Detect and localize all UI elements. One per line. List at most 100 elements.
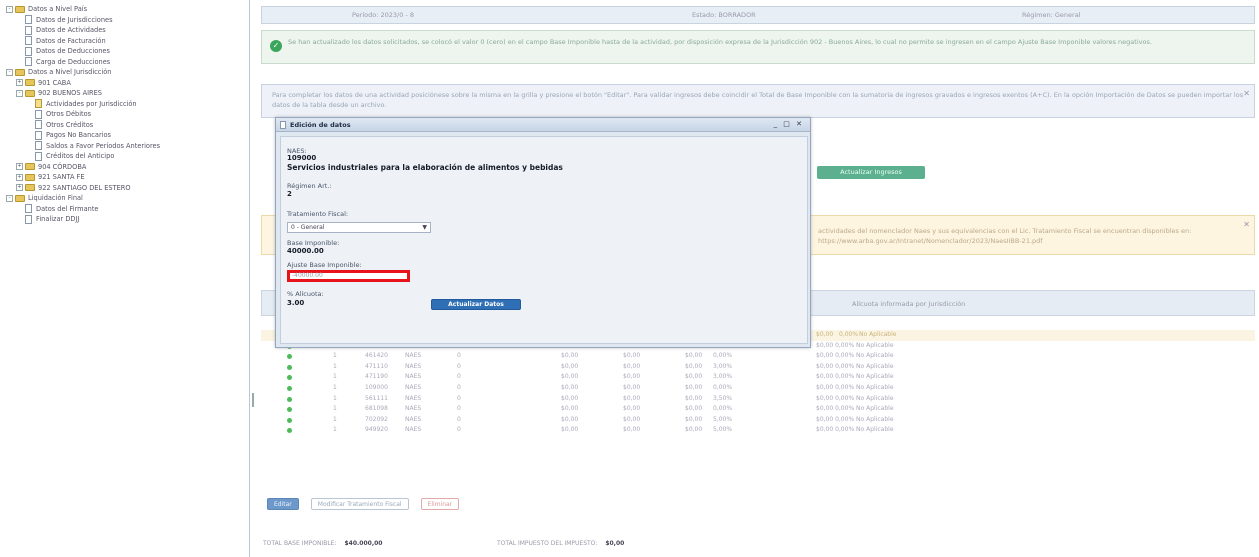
table-cell: $0,00 0,00% No Aplicable [816,373,894,381]
tree-node[interactable]: +921 SANTA FE [6,172,249,183]
edit-button[interactable]: Editar [267,498,299,510]
update-data-button[interactable]: Actualizar Datos [431,299,521,310]
status-dot-icon [287,354,292,360]
modify-fiscal-treatment-button[interactable]: Modificar Tratamiento Fiscal [310,498,409,510]
fiscal-treatment-select[interactable]: 0 - General ▼ [287,222,431,233]
expand-icon[interactable]: + [16,79,23,87]
tree-node-label: Otros Débitos [46,110,92,118]
tree-node[interactable]: Carga de Deducciones [6,57,249,68]
table-row[interactable]: 1 471110 NAES 0 $0,00 $0,00 $0,00 3,00% $0,00 0,… [261,362,1255,373]
collapse-icon[interactable]: - [16,89,23,97]
tree-node[interactable]: Pagos No Bancarios [6,130,249,141]
table-cell: 0 [457,373,461,381]
table-cell: $0,00 [623,394,641,402]
table-cell: 0,00% [713,405,733,413]
table-row[interactable]: 1 702092 NAES 0 $0,00 $0,00 $0,00 5,00% $0,00 0,… [261,415,1255,426]
document-icon [280,121,286,129]
collapse-icon[interactable]: - [6,5,13,13]
table-row[interactable]: 1 471190 NAES 0 $0,00 $0,00 $0,00 3,00% $0,00 0,… [261,372,1255,383]
table-row[interactable]: 1 561111 NAES 0 $0,00 $0,00 $0,00 3,50% $0,00 0,… [261,394,1255,405]
regimen-value: 2 [287,190,292,198]
table-cell: $0,00 [685,373,703,381]
fiscal-treatment-value: 0 - General [291,224,325,231]
estado-text: Estado: BORRADOR [692,11,756,19]
info-message: Para completar los datos de una activida… [261,84,1255,118]
tree-node[interactable]: Datos de Actividades [6,25,249,36]
window-controls[interactable]: _ □ ✕ [774,120,804,128]
tree-node[interactable]: +904 CÓRDOBA [6,162,249,173]
tree-node[interactable]: - Datos a Nivel País [6,4,249,15]
tree-node-label: 901 CABA [38,78,71,87]
tree-node[interactable]: Finalizar DDJJ [6,214,249,225]
table-row[interactable]: 1 949920 NAES 0 $0,00 $0,00 $0,00 5,00% $0,00 0,… [261,425,1255,436]
table-cell: 0,00% [713,352,733,360]
table-row[interactable]: 1 461420 NAES 0 $0,00 $0,00 $0,00 0,00% $0,00 0,… [261,351,1255,362]
tree-node[interactable]: Datos de Jurisdicciones [6,15,249,26]
tree-node[interactable]: Saldos a Favor Períodos Anteriores [6,141,249,152]
ajuste-base-label: Ajuste Base Imponible: [287,261,362,269]
table-cell: NAES [405,362,422,370]
aliquot-header-label: Alícuota informada por Jurisdicción [852,300,966,308]
tree-node[interactable]: +922 SANTIAGO DEL ESTERO [6,183,249,194]
tree-node[interactable]: +901 CABA [6,78,249,89]
tree-node[interactable]: Otros Créditos [6,120,249,131]
tree-node-label: Pagos No Bancarios [46,131,111,139]
success-message: ✓ Se han actualizado los datos solicitad… [261,30,1255,64]
tree-node[interactable]: Datos de Deducciones [6,46,249,57]
expand-icon[interactable]: + [16,173,23,181]
dialog-body: NAES: 109000 Servicios industriales para… [280,136,808,344]
tree-node[interactable]: Otros Débitos [6,109,249,120]
grid-header-cell: No Aplicable [859,331,897,338]
table-cell: 1 [333,383,337,391]
table-cell: 0 [457,415,461,423]
collapse-icon[interactable]: - [6,194,13,202]
splitter[interactable] [250,0,256,557]
update-income-button[interactable]: Actualizar Ingresos [817,166,925,179]
table-cell: 3,00% [713,362,733,370]
tree-node[interactable]: - Liquidación Final [6,193,249,204]
tree-node[interactable]: Datos del Firmante [6,204,249,215]
info-bar: Período: 2023/0 - 8 Estado: BORRADOR Rég… [261,6,1255,24]
document-icon [25,57,32,67]
table-cell: $0,00 [623,383,641,391]
table-cell: NAES [405,405,422,413]
dialog-titlebar[interactable]: Edición de datos _ □ ✕ [276,118,810,132]
table-cell: 0 [457,383,461,391]
folder-icon [15,5,25,13]
navigation-tree: - Datos a Nivel País Datos de Jurisdiccion… [0,0,250,557]
status-dot-icon [287,407,292,413]
table-cell: 3,50% [713,394,733,402]
fiscal-treatment-label: Tratamiento Fiscal: [287,210,349,218]
table-cell: $0,00 [685,383,703,391]
delete-button[interactable]: Eliminar [420,498,460,510]
table-row[interactable]: 1 109000 NAES 0 $0,00 $0,00 $0,00 0,00% $0,00 0,… [261,383,1255,394]
tree-node-label: Liquidación Final [28,194,83,202]
table-cell: 0 [457,352,461,360]
table-cell: $0,00 [685,394,703,402]
splitter-grip[interactable] [252,393,254,407]
table-row[interactable]: 1 681098 NAES 0 $0,00 $0,00 $0,00 0,00% $0,00 0,… [261,404,1255,415]
table-cell: 471110 [365,362,388,370]
expand-icon[interactable]: + [16,163,23,171]
table-cell: 0 [457,362,461,370]
total-base-value: $40.000,00 [344,540,383,547]
table-cell: 1 [333,373,337,381]
tree-node[interactable]: Créditos del Anticipo [6,151,249,162]
tree-node[interactable]: Datos de Facturación [6,36,249,47]
ajuste-base-input[interactable]: -40000.00 [287,270,410,282]
table-cell: NAES [405,426,422,434]
table-cell: $0,00 0,00% No Aplicable [816,394,894,402]
close-icon[interactable]: ✕ [1243,220,1250,230]
expand-icon[interactable]: + [16,184,23,192]
document-icon [25,204,32,214]
tree-node[interactable]: - 902 BUENOS AIRES [6,88,249,99]
table-cell: NAES [405,415,422,423]
tree-node[interactable]: Actividades por Jurisdicción [6,99,249,110]
check-icon: ✓ [270,40,282,52]
tree-node[interactable]: - Datos a Nivel Jurisdicción [6,67,249,78]
total-tax-value: $0,00 [605,540,625,547]
document-icon [25,214,32,224]
collapse-icon[interactable]: - [6,68,13,76]
close-icon[interactable]: ✕ [1243,89,1250,99]
table-cell: $0,00 [561,373,579,381]
